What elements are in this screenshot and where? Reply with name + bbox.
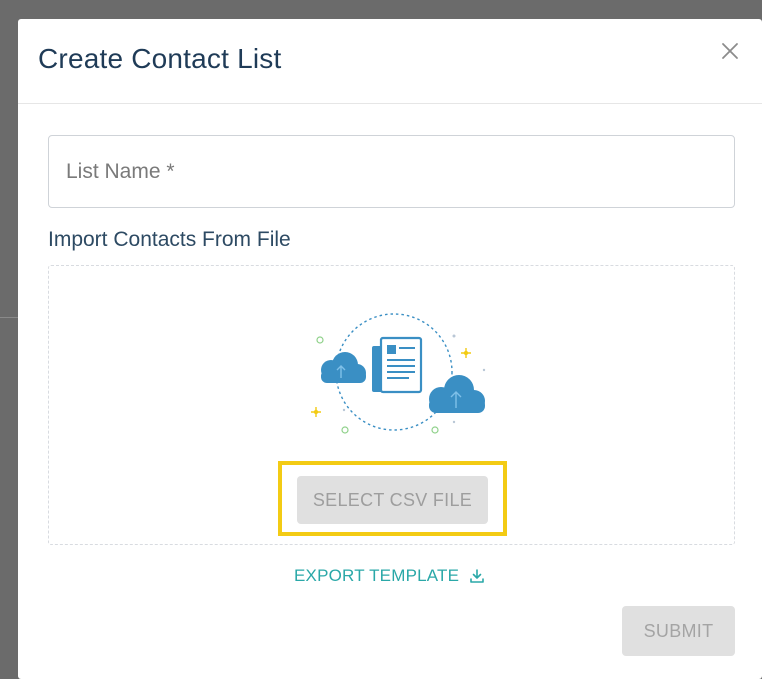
cloud-upload-document-icon [311, 313, 486, 434]
close-icon [722, 43, 738, 59]
download-icon [470, 569, 484, 583]
export-template-label: EXPORT TEMPLATE [294, 566, 460, 585]
import-contacts-label: Import Contacts From File [48, 228, 291, 251]
submit-button[interactable]: SUBMIT [622, 606, 735, 656]
create-contact-list-modal: Create Contact List Import Contacts From… [18, 19, 762, 679]
export-template-link[interactable]: EXPORT TEMPLATE [294, 566, 485, 586]
list-name-input[interactable] [48, 135, 735, 208]
file-dropzone[interactable]: SELECT CSV FILE [48, 265, 735, 545]
backdrop-divider [0, 317, 18, 318]
close-button[interactable] [718, 39, 742, 63]
modal-title: Create Contact List [38, 43, 282, 74]
select-csv-file-button[interactable]: SELECT CSV FILE [297, 476, 488, 524]
modal-header: Create Contact List [18, 19, 762, 104]
